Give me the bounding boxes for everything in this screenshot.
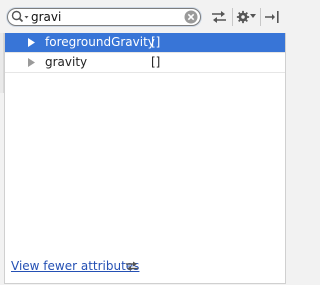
expand-arrow-icon[interactable] <box>27 38 36 47</box>
search-field[interactable] <box>7 8 201 26</box>
attribute-value[interactable]: [] <box>151 35 160 49</box>
swap-arrows-icon[interactable] <box>210 9 228 25</box>
attribute-name: foregroundGravity <box>45 35 155 49</box>
panel-bottom-border <box>4 283 286 284</box>
search-input[interactable] <box>31 9 181 25</box>
attribute-value[interactable]: [] <box>151 55 160 69</box>
clear-icon[interactable] <box>184 10 198 24</box>
search-icon[interactable] <box>11 10 31 24</box>
expand-arrow-icon[interactable] <box>27 58 36 67</box>
swap-arrows-icon[interactable] <box>124 260 140 272</box>
attribute-row-gravity[interactable]: gravity [] <box>5 53 285 72</box>
attribute-name: gravity <box>45 55 88 69</box>
attribute-row-foreground-gravity[interactable]: foregroundGravity [] <box>5 33 285 52</box>
attribute-table: foregroundGravity [] gravity [] <box>4 33 286 284</box>
toolbar-divider <box>260 8 261 26</box>
view-fewer-attributes-link[interactable]: View fewer attributes <box>11 259 139 273</box>
gear-icon[interactable] <box>236 9 250 25</box>
chevron-down-icon[interactable] <box>250 14 256 19</box>
attribute-list: foregroundGravity [] gravity [] <box>0 33 290 285</box>
pin-icon[interactable] <box>264 9 280 25</box>
toolbar-divider <box>232 8 233 26</box>
toolbar <box>0 0 290 33</box>
row-divider <box>5 72 285 73</box>
